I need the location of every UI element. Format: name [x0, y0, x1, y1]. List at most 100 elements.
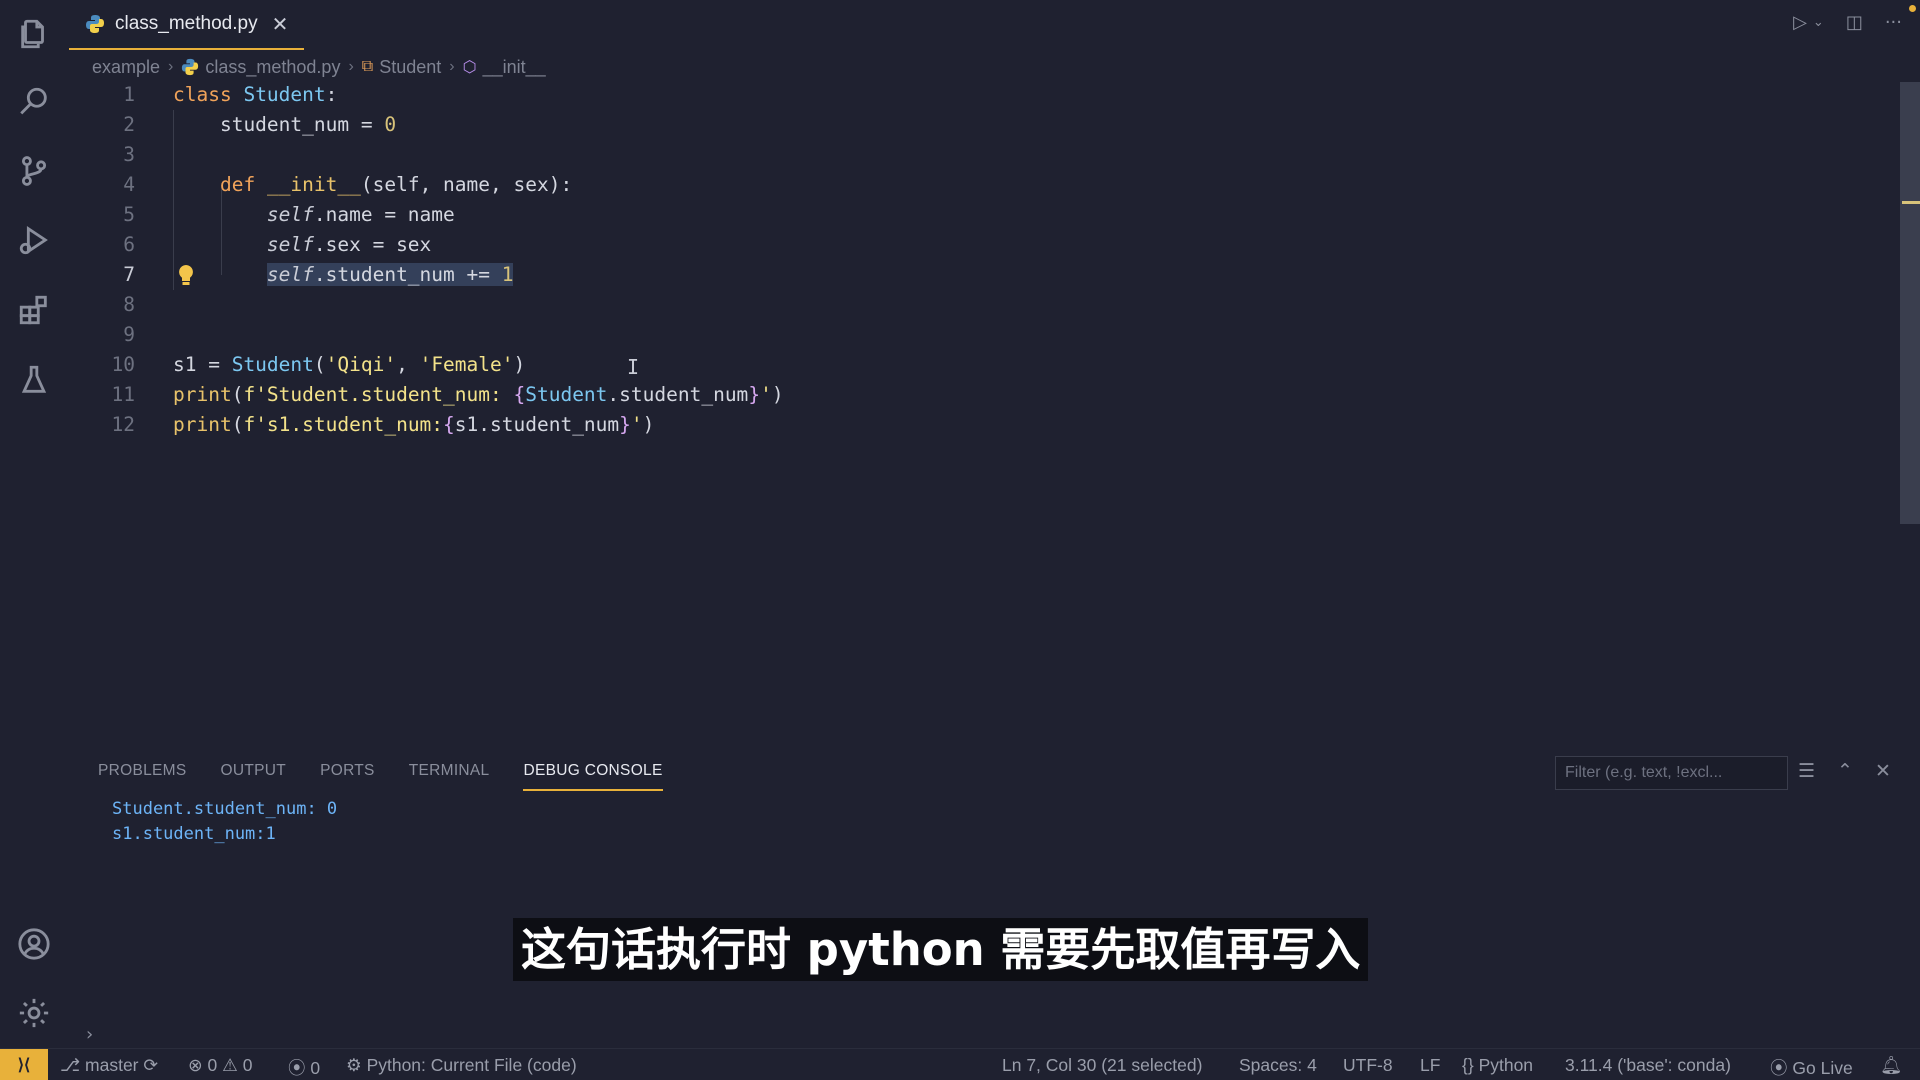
- line-number: 5: [123, 203, 135, 226]
- code-text: self.sex = sex: [266, 233, 432, 256]
- bottom-panel: PROBLEMS OUTPUT PORTS TERMINAL DEBUG CON…: [69, 752, 1920, 1022]
- tab-ports[interactable]: PORTS: [320, 762, 375, 791]
- split-editor-icon[interactable]: ◫: [1846, 12, 1863, 33]
- clear-console-icon[interactable]: ☰: [1798, 760, 1815, 782]
- code-text: s1 = Student('Qiqi', 'Female'): [173, 353, 526, 376]
- explorer-icon[interactable]: [14, 14, 54, 54]
- panel-actions: ☰ ⌃ ✕: [1798, 760, 1891, 782]
- search-icon[interactable]: [14, 82, 54, 122]
- eol-status[interactable]: LF: [1420, 1055, 1440, 1076]
- code-line-current: 7 self.student_num += 1: [69, 260, 1899, 290]
- settings-gear-icon[interactable]: [14, 993, 54, 1033]
- editor-scrollbar[interactable]: [1900, 82, 1920, 524]
- extensions-icon[interactable]: [14, 290, 54, 330]
- text-cursor-icon: I: [627, 355, 640, 379]
- breadcrumb-method[interactable]: ⬡ __init__: [463, 57, 546, 78]
- console-input-chevron-icon[interactable]: ›: [86, 1024, 93, 1045]
- status-bar: ⟩⟨ ⎇ master ⟳ ⊗ 0 ⚠ 0 ⦿ 0 ⚙ Python: Curr…: [0, 1048, 1920, 1080]
- sync-icon: ⟳: [143, 1055, 159, 1075]
- line-number: 7: [123, 263, 135, 286]
- code-text: def __init__(self, name, sex):: [219, 173, 573, 196]
- code-line: 10 s1 = Student('Qiqi', 'Female'): [69, 350, 1899, 380]
- go-live-label: Go Live: [1792, 1058, 1853, 1078]
- lightbulb-icon[interactable]: [177, 264, 195, 286]
- console-line: Student.student_num: 0: [112, 799, 338, 819]
- chevron-right-icon: ›: [168, 58, 174, 75]
- run-dropdown-chevron-icon[interactable]: ⌄: [1813, 15, 1824, 30]
- debug-console-output: Student.student_num: 0 s1.student_num:1: [112, 797, 337, 846]
- line-number: 12: [111, 413, 135, 436]
- breadcrumb-method-label: __init__: [482, 56, 546, 77]
- close-panel-icon[interactable]: ✕: [1875, 760, 1891, 782]
- run-config-status[interactable]: ⚙ Python: Current File (code): [346, 1055, 577, 1076]
- problems-status[interactable]: ⊗ 0 ⚠ 0: [188, 1055, 252, 1076]
- code-text: print(f'Student.student_num: {Student.st…: [173, 383, 784, 406]
- tab-terminal[interactable]: TERMINAL: [409, 762, 490, 791]
- code-line: 9: [69, 320, 1899, 350]
- notifications-bell-icon[interactable]: 🔔︎: [1880, 1055, 1902, 1076]
- panel-tabs: PROBLEMS OUTPUT PORTS TERMINAL DEBUG CON…: [98, 762, 663, 791]
- scrollbar-marker: [1902, 201, 1920, 204]
- editor-tab-bar: class_method.py ✕ ▷ ⌄ ◫ ···: [69, 0, 1920, 50]
- line-number: 4: [123, 173, 135, 196]
- code-text: self.name = name: [266, 203, 455, 226]
- encoding-status[interactable]: UTF-8: [1343, 1055, 1393, 1076]
- tab-output[interactable]: OUTPUT: [221, 762, 287, 791]
- editor-actions: ▷ ⌄ ◫ ···: [1793, 12, 1902, 33]
- line-number: 1: [123, 83, 135, 106]
- line-number: 3: [123, 143, 135, 166]
- breadcrumb-class-label: Student: [379, 56, 442, 77]
- ports-status[interactable]: ⦿ 0: [288, 1055, 320, 1080]
- breadcrumb-class[interactable]: ⧉ Student: [362, 57, 442, 78]
- code-text: class Student:: [173, 83, 338, 106]
- cursor-position-status[interactable]: Ln 7, Col 30 (21 selected): [1002, 1055, 1202, 1076]
- run-debug-icon[interactable]: [14, 220, 54, 260]
- run-config-label: Python: Current File (code): [366, 1055, 577, 1075]
- line-number: 10: [111, 353, 135, 376]
- run-file-icon[interactable]: ▷: [1793, 12, 1807, 33]
- class-symbol-icon: ⧉: [361, 58, 374, 75]
- branch-status[interactable]: ⎇ master ⟳: [60, 1055, 158, 1076]
- remote-indicator-icon[interactable]: ⟩⟨: [0, 1049, 48, 1080]
- tab-problems[interactable]: PROBLEMS: [98, 762, 187, 791]
- interpreter-status[interactable]: 3.11.4 ('base': conda): [1565, 1055, 1731, 1076]
- tab-debug-console[interactable]: DEBUG CONSOLE: [523, 762, 663, 791]
- breadcrumb-file[interactable]: class_method.py: [181, 57, 340, 78]
- code-line: 2 student_num = 0: [69, 110, 1899, 140]
- method-symbol-icon: ⬡: [462, 59, 477, 76]
- language-status[interactable]: {} Python: [1462, 1055, 1533, 1076]
- source-control-icon[interactable]: [14, 151, 54, 191]
- more-actions-icon[interactable]: ···: [1885, 12, 1902, 33]
- language-label: Python: [1478, 1055, 1534, 1075]
- ports-count: 0: [310, 1058, 321, 1078]
- code-line: 5 self.name = name: [69, 200, 1899, 230]
- code-line: 4 def __init__(self, name, sex):: [69, 170, 1899, 200]
- breadcrumb: example › class_method.py › ⧉ Student › …: [92, 54, 546, 80]
- maximize-panel-icon[interactable]: ⌃: [1837, 760, 1853, 782]
- testing-icon[interactable]: [14, 360, 54, 400]
- line-number: 11: [111, 383, 135, 406]
- tab-label: class_method.py: [115, 13, 258, 34]
- account-icon[interactable]: [14, 924, 54, 964]
- code-text: print(f's1.student_num:{s1.student_num}'…: [173, 413, 655, 436]
- code-editor[interactable]: 1 class Student: 2 student_num = 0 3 4 d…: [69, 80, 1899, 740]
- console-filter-input[interactable]: Filter (e.g. text, !excl...: [1555, 756, 1788, 790]
- notification-dot: [1909, 5, 1916, 12]
- chevron-right-icon: ›: [449, 58, 455, 75]
- close-tab-icon[interactable]: ✕: [272, 12, 289, 36]
- code-text-selected: self.student_num += 1: [266, 263, 514, 286]
- activity-bar: [0, 0, 69, 1048]
- python-file-icon: [86, 15, 104, 33]
- line-number: 9: [123, 323, 135, 346]
- code-line: 8: [69, 290, 1899, 320]
- indentation-status[interactable]: Spaces: 4: [1239, 1055, 1317, 1076]
- go-live-status[interactable]: ⦿ Go Live: [1770, 1055, 1853, 1080]
- line-number: 2: [123, 113, 135, 136]
- chevron-right-icon: ›: [348, 58, 354, 75]
- branch-label: master: [85, 1055, 139, 1075]
- line-number: 8: [123, 293, 135, 316]
- code-line: 6 self.sex = sex: [69, 230, 1899, 260]
- line-number: 6: [123, 233, 135, 256]
- tab-class-method-py[interactable]: class_method.py ✕: [69, 0, 304, 50]
- breadcrumb-folder[interactable]: example: [92, 57, 160, 78]
